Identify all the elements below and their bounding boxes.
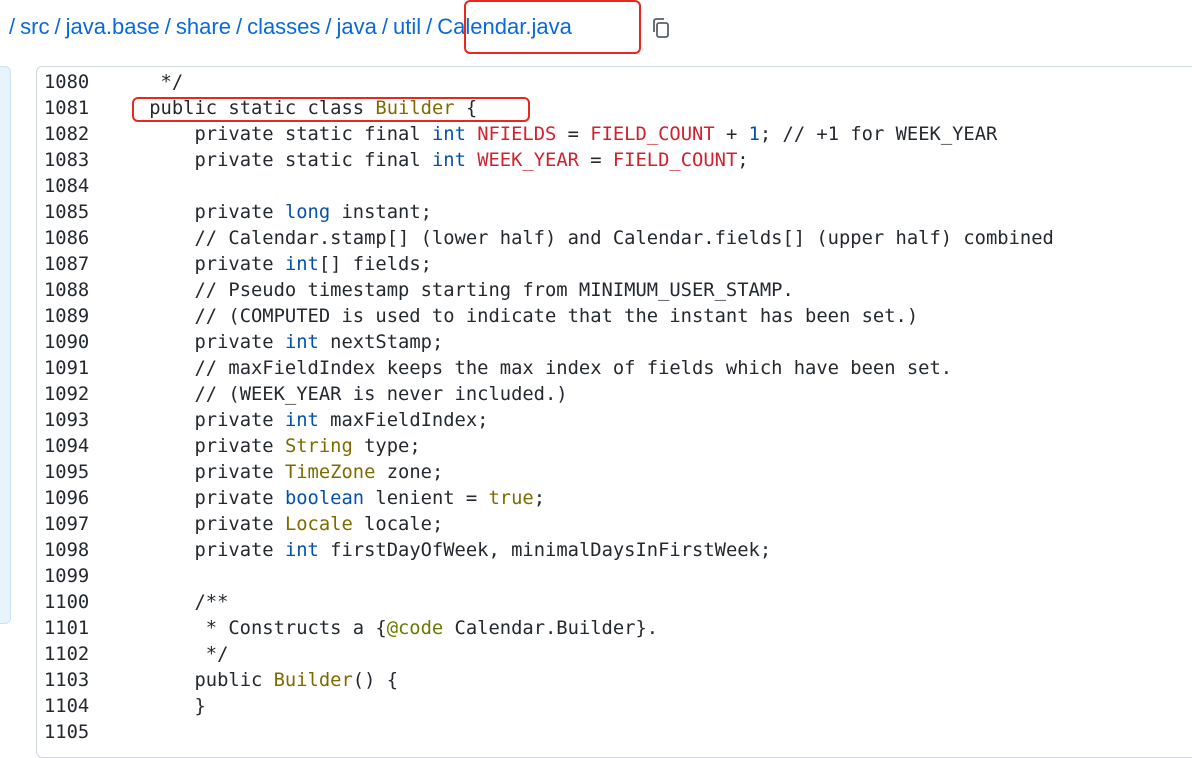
line-number[interactable]: 1085 bbox=[36, 200, 104, 226]
line-number[interactable]: 1093 bbox=[36, 408, 104, 434]
code-line: 1100 /** bbox=[36, 590, 1054, 616]
breadcrumb-segment-share[interactable]: share bbox=[176, 14, 231, 39]
line-number[interactable]: 1105 bbox=[36, 720, 104, 746]
breadcrumb-separator: / bbox=[164, 14, 171, 39]
line-number[interactable]: 1098 bbox=[36, 538, 104, 564]
breadcrumb: / src / java.base / share / classes / java / util / C… bbox=[0, 0, 1192, 58]
line-source: private boolean lenient = true; bbox=[194, 488, 546, 509]
code-line: 1098 private int firstDayOfWeek, minimal… bbox=[36, 538, 1054, 564]
line-source: // Pseudo timestamp starting from MINIMU… bbox=[194, 280, 794, 301]
code-line: 1102 */ bbox=[36, 642, 1054, 668]
code-line: 1081 public static class Builder { bbox=[36, 96, 1054, 122]
line-number[interactable]: 1102 bbox=[36, 642, 104, 668]
line-source: private int maxFieldIndex; bbox=[194, 410, 489, 431]
line-number[interactable]: 1086 bbox=[36, 226, 104, 252]
line-source: public static class Builder { bbox=[149, 98, 478, 119]
line-number[interactable]: 1100 bbox=[36, 590, 104, 616]
line-source: private Locale locale; bbox=[194, 514, 444, 535]
breadcrumb-separator: / bbox=[381, 14, 389, 39]
code-line: 1091 // maxFieldIndex keeps the max inde… bbox=[36, 356, 1054, 382]
code-line: 1083 private static final int WEEK_YEAR … bbox=[36, 148, 1054, 174]
line-number[interactable]: 1080 bbox=[36, 70, 104, 96]
breadcrumb-separator: / bbox=[325, 14, 332, 39]
code-line: 1087 private int[] fields; bbox=[36, 252, 1054, 278]
breadcrumb-segment-util[interactable]: util bbox=[393, 14, 421, 39]
line-number[interactable]: 1095 bbox=[36, 460, 104, 486]
side-panel-edge bbox=[0, 66, 11, 624]
line-source: private static final int WEEK_YEAR = FIE… bbox=[194, 150, 749, 171]
line-number[interactable]: 1087 bbox=[36, 252, 104, 278]
code-view: 1080 */1081 public static class Builder … bbox=[36, 70, 1054, 746]
line-source: private long instant; bbox=[194, 202, 432, 223]
line-number[interactable]: 1094 bbox=[36, 434, 104, 460]
line-source: // (WEEK_YEAR is never included.) bbox=[194, 384, 568, 405]
line-number[interactable]: 1101 bbox=[36, 616, 104, 642]
line-number[interactable]: 1082 bbox=[36, 122, 104, 148]
line-source: private static final int NFIELDS = FIELD… bbox=[194, 124, 998, 145]
line-source: private int nextStamp; bbox=[194, 332, 444, 353]
line-number[interactable]: 1090 bbox=[36, 330, 104, 356]
line-number[interactable]: 1081 bbox=[36, 96, 104, 122]
code-line: 1094 private String type; bbox=[36, 434, 1054, 460]
code-line: 1101 * Constructs a {@code Calendar.Buil… bbox=[36, 616, 1054, 642]
code-line: 1105 bbox=[36, 720, 1054, 746]
line-source: /** bbox=[104, 592, 229, 613]
code-line: 1088 // Pseudo timestamp starting from M… bbox=[36, 278, 1054, 304]
breadcrumb-path: / src / java.base / share / classes / java / util / C… bbox=[4, 14, 572, 40]
code-line: 1089 // (COMPUTED is used to indicate th… bbox=[36, 304, 1054, 330]
line-number[interactable]: 1103 bbox=[36, 668, 104, 694]
line-source: private String type; bbox=[194, 436, 421, 457]
code-line: 1080 */ bbox=[36, 70, 1054, 96]
line-number[interactable]: 1092 bbox=[36, 382, 104, 408]
breadcrumb-separator: / bbox=[9, 14, 16, 39]
breadcrumb-segment-classes[interactable]: classes bbox=[247, 14, 320, 39]
code-line: 1103 public Builder() { bbox=[36, 668, 1054, 694]
code-line: 1093 private int maxFieldIndex; bbox=[36, 408, 1054, 434]
line-number[interactable]: 1104 bbox=[36, 694, 104, 720]
code-line: 1090 private int nextStamp; bbox=[36, 330, 1054, 356]
line-number[interactable]: 1088 bbox=[36, 278, 104, 304]
line-source: private TimeZone zone; bbox=[194, 462, 444, 483]
line-source: */ bbox=[104, 72, 184, 93]
line-source: // (COMPUTED is used to indicate that th… bbox=[194, 306, 919, 327]
copy-icon[interactable] bbox=[650, 17, 672, 39]
code-line: 1086 // Calendar.stamp[] (lower half) an… bbox=[36, 226, 1054, 252]
breadcrumb-segment-src[interactable]: src bbox=[20, 14, 49, 39]
line-number[interactable]: 1089 bbox=[36, 304, 104, 330]
line-number[interactable]: 1091 bbox=[36, 356, 104, 382]
code-line: 1097 private Locale locale; bbox=[36, 512, 1054, 538]
breadcrumb-segment-java[interactable]: java bbox=[337, 14, 377, 39]
line-number[interactable]: 1099 bbox=[36, 564, 104, 590]
code-line: 1096 private boolean lenient = true; bbox=[36, 486, 1054, 512]
code-line: 1085 private long instant; bbox=[36, 200, 1054, 226]
line-source: private int firstDayOfWeek, minimalDaysI… bbox=[194, 540, 772, 561]
line-source: */ bbox=[104, 644, 229, 665]
line-source: public Builder() { bbox=[194, 670, 399, 691]
code-line: 1099 bbox=[36, 564, 1054, 590]
code-line: 1095 private TimeZone zone; bbox=[36, 460, 1054, 486]
code-line: 1092 // (WEEK_YEAR is never included.) bbox=[36, 382, 1054, 408]
line-source: // maxFieldIndex keeps the max index of … bbox=[194, 358, 953, 379]
breadcrumb-segment-java-base[interactable]: java.base bbox=[66, 14, 160, 39]
breadcrumb-separator: / bbox=[54, 14, 61, 39]
line-source: // Calendar.stamp[] (lower half) and Cal… bbox=[194, 228, 1054, 249]
breadcrumb-separator: / bbox=[426, 14, 433, 39]
code-line: 1084 bbox=[36, 174, 1054, 200]
line-number[interactable]: 1096 bbox=[36, 486, 104, 512]
line-source: } bbox=[104, 696, 206, 717]
line-number[interactable]: 1084 bbox=[36, 174, 104, 200]
line-number[interactable]: 1083 bbox=[36, 148, 104, 174]
line-source: private int[] fields; bbox=[194, 254, 432, 275]
breadcrumb-current-file: Calendar.java bbox=[437, 14, 572, 39]
code-line: 1104 } bbox=[36, 694, 1054, 720]
breadcrumb-separator: / bbox=[235, 14, 243, 39]
line-number[interactable]: 1097 bbox=[36, 512, 104, 538]
line-source: * Constructs a {@code Calendar.Builder}. bbox=[104, 618, 659, 639]
code-line: 1082 private static final int NFIELDS = … bbox=[36, 122, 1054, 148]
